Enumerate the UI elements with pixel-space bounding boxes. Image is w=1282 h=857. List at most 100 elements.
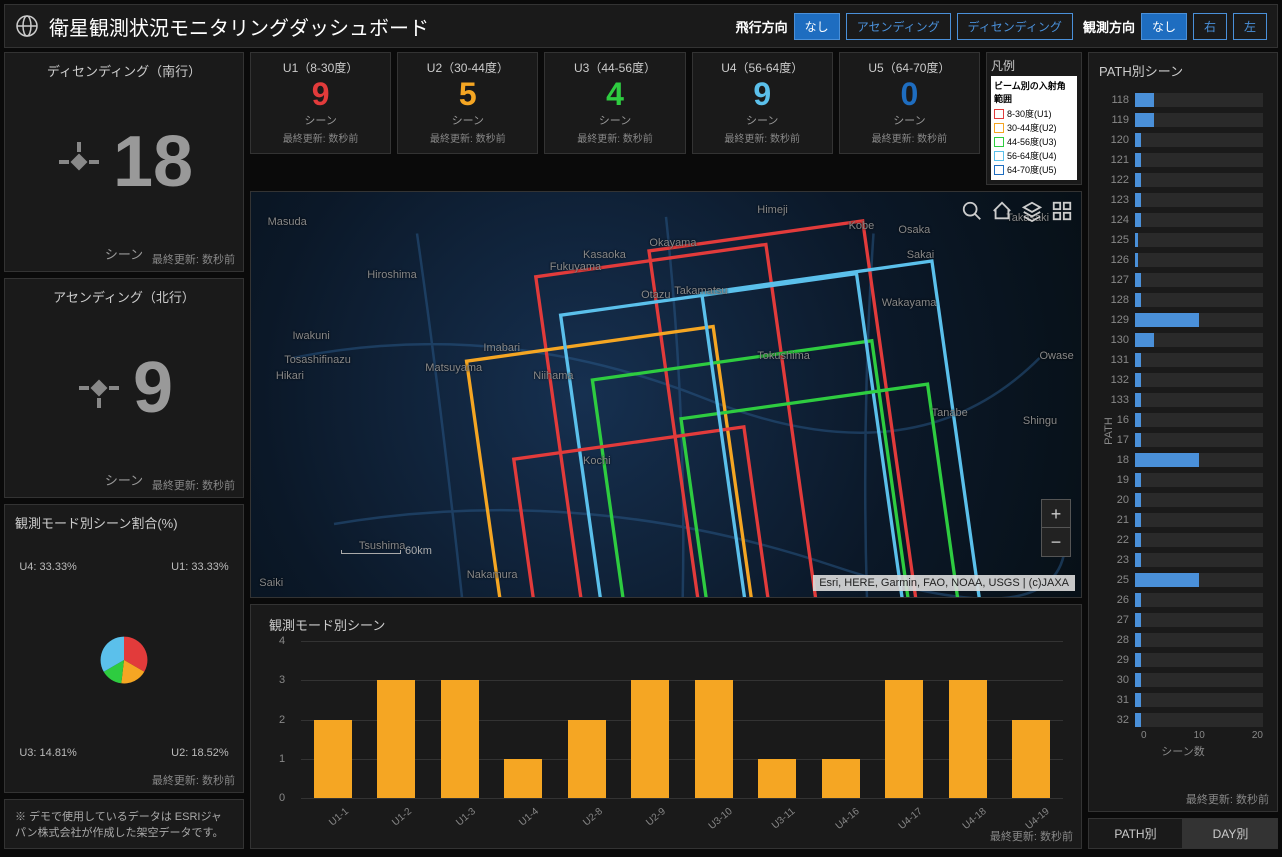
map-city-label: Imabari — [483, 342, 520, 354]
path-tick: 25 — [1103, 574, 1135, 586]
path-row: 129 — [1103, 310, 1263, 330]
map-city-label: Fukuyama — [550, 261, 601, 273]
path-tick: 26 — [1103, 594, 1135, 606]
u-card-1: U1（8-30度） 9 シーン 最終更新: 数秒前 — [250, 52, 391, 154]
y-tick: 1 — [279, 753, 285, 765]
path-row: 119 — [1103, 110, 1263, 130]
map-city-label: Otazu — [641, 289, 670, 301]
u-title: U3（44-56度） — [549, 59, 680, 76]
x-tick: U3-10 — [707, 806, 735, 832]
map-panel[interactable]: HimejiKobeOsakaOkayamaSakaiTakasakiFukuy… — [250, 191, 1082, 598]
flight-dir-asc[interactable]: アセンディング — [846, 13, 951, 40]
legend-title: 凡例 — [991, 57, 1077, 74]
path-tick: 27 — [1103, 614, 1135, 626]
map-city-label: Shingu — [1023, 415, 1057, 427]
zoom-control: + − — [1041, 499, 1071, 557]
path-tick: 129 — [1103, 314, 1135, 326]
path-tick: 122 — [1103, 174, 1135, 186]
path-panel: PATH別シーン PATH 118 119 120 121 122 123 12… — [1088, 52, 1278, 812]
flight-dir-desc[interactable]: ディセンディング — [957, 13, 1073, 40]
path-row: 123 — [1103, 190, 1263, 210]
bar-item — [504, 759, 542, 798]
path-row: 17 — [1103, 430, 1263, 450]
u-title: U1（8-30度） — [255, 59, 386, 76]
path-row: 131 — [1103, 350, 1263, 370]
home-icon[interactable] — [991, 200, 1013, 222]
legend-icon[interactable] — [1051, 200, 1073, 222]
bar-item — [822, 759, 860, 798]
zoom-in-button[interactable]: + — [1042, 500, 1070, 528]
u-value: 9 — [697, 78, 828, 110]
path-tick: 18 — [1103, 454, 1135, 466]
scale-bar: 60km — [341, 545, 432, 557]
map-city-label: Hikari — [276, 370, 304, 382]
panel-title: 観測モード別シーン割合(%) — [15, 513, 233, 532]
u-title: U5（64-70度） — [844, 59, 975, 76]
path-tick: 123 — [1103, 194, 1135, 206]
u-value: 4 — [549, 78, 680, 110]
obs-dir-left[interactable]: 左 — [1233, 13, 1267, 40]
map-footprints — [251, 192, 1081, 598]
path-row: 125 — [1103, 230, 1263, 250]
path-row: 124 — [1103, 210, 1263, 230]
path-row: 22 — [1103, 530, 1263, 550]
path-row: 121 — [1103, 150, 1263, 170]
y-tick: 2 — [279, 714, 285, 726]
u-value: 9 — [255, 78, 386, 110]
flight-dir-none[interactable]: なし — [794, 13, 840, 40]
panel-title: 観測モード別シーン — [269, 615, 1063, 634]
bar-chart: 01234U1-1U1-2U1-3U1-4U2-8U2-9U3-10U3-11U… — [301, 641, 1063, 798]
satellite-icon — [55, 138, 103, 186]
x-tick: U4-18 — [961, 806, 989, 832]
path-tick: 126 — [1103, 254, 1135, 266]
x-tick: 0 — [1141, 730, 1147, 741]
u-card-4: U4（56-64度） 9 シーン 最終更新: 数秒前 — [692, 52, 833, 154]
obs-dir-none[interactable]: なし — [1141, 13, 1187, 40]
map-city-label: Himeji — [757, 204, 788, 216]
last-update: 最終更新: 数秒前 — [152, 251, 235, 267]
obs-dir-right[interactable]: 右 — [1193, 13, 1227, 40]
x-tick: 10 — [1194, 730, 1205, 741]
u-update: 最終更新: 数秒前 — [402, 130, 533, 145]
u-update: 最終更新: 数秒前 — [697, 130, 828, 145]
zoom-out-button[interactable]: − — [1042, 528, 1070, 556]
map-city-label: Tanabe — [932, 407, 968, 419]
map-city-label: Okayama — [649, 237, 696, 249]
x-tick: U2-9 — [644, 806, 668, 828]
u-caption: シーン — [549, 112, 680, 128]
map-city-label: Saiki — [259, 577, 283, 589]
path-row: 21 — [1103, 510, 1263, 530]
map-city-label: Nakamura — [467, 569, 518, 581]
bar-chart-panel: 観測モード別シーン 01234U1-1U1-2U1-3U1-4U2-8U2-9U… — [250, 604, 1082, 849]
obs-direction-filter: 観測方向 なし 右 左 — [1083, 13, 1267, 40]
path-tick: 128 — [1103, 294, 1135, 306]
search-icon[interactable] — [961, 200, 983, 222]
tab-path[interactable]: PATH別 — [1088, 818, 1183, 849]
pie-chart: U1: 33.33% U2: 18.52% U3: 14.81% U4: 33.… — [15, 536, 233, 784]
path-tick: 131 — [1103, 354, 1135, 366]
panel-title: ディセンディング（南行） — [15, 61, 233, 80]
y-tick: 3 — [279, 674, 285, 686]
path-row: 127 — [1103, 270, 1263, 290]
app-header: 衛星観測状況モニタリングダッシュボード 飛行方向 なし アセンディング ディセン… — [4, 4, 1278, 48]
globe-icon — [15, 14, 39, 38]
map-attribution: Esri, HERE, Garmin, FAO, NOAA, USGS | (c… — [813, 575, 1075, 591]
path-row: 130 — [1103, 330, 1263, 350]
pie-label-u1: U1: 33.33% — [171, 561, 228, 573]
tab-day[interactable]: DAY別 — [1183, 818, 1278, 849]
u-cards-row: U1（8-30度） 9 シーン 最終更新: 数秒前U2（30-44度） 5 シー… — [250, 52, 1082, 185]
path-row: 122 — [1103, 170, 1263, 190]
path-tick: 31 — [1103, 694, 1135, 706]
panel-title: PATH別シーン — [1099, 61, 1267, 80]
x-tick: U1-2 — [390, 806, 414, 828]
layers-icon[interactable] — [1021, 200, 1043, 222]
map-city-label: Tosashifinazu — [284, 354, 351, 366]
path-row: 126 — [1103, 250, 1263, 270]
last-update: 最終更新: 数秒前 — [1186, 791, 1269, 807]
legend-card: 凡例 ビーム別の入射角範囲8-30度(U1)30-44度(U2)44-56度(U… — [986, 52, 1082, 185]
filter-label: 観測方向 — [1083, 17, 1135, 36]
pie-label-u3: U3: 14.81% — [19, 747, 76, 759]
path-tick: 119 — [1103, 114, 1135, 126]
x-tick: U2-8 — [581, 806, 605, 828]
x-axis-label: シーン数 — [1103, 743, 1263, 759]
